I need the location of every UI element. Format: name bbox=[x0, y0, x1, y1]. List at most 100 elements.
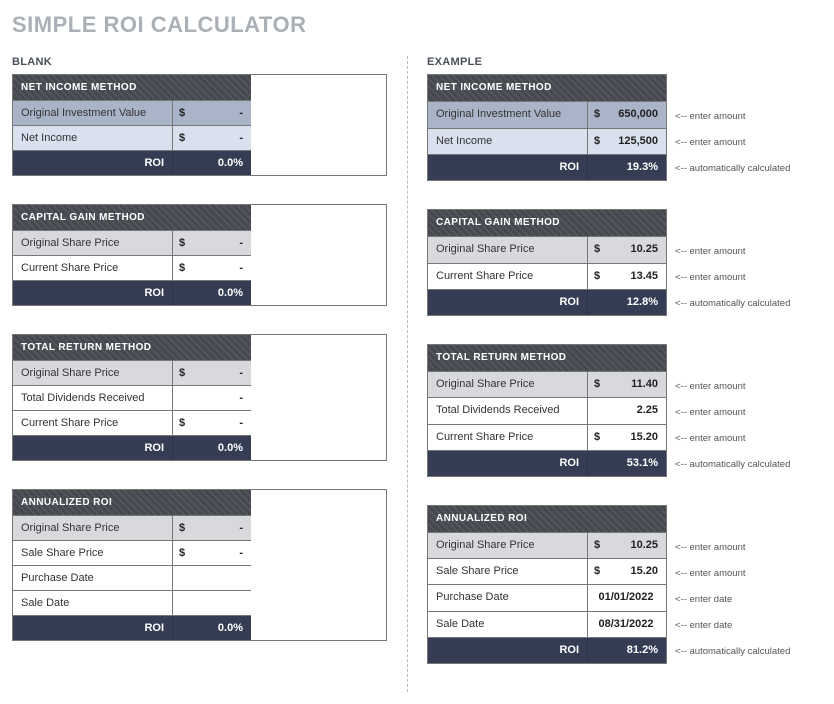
roi-label: ROI bbox=[13, 281, 173, 305]
roi-value: 53.1% bbox=[588, 451, 666, 476]
label: Sale Share Price bbox=[13, 541, 173, 566]
roi-label: ROI bbox=[428, 290, 588, 315]
annotation: <-- enter amount bbox=[675, 129, 790, 155]
annotation: <-- enter date bbox=[675, 586, 790, 612]
value[interactable]: 2.25 bbox=[588, 398, 666, 424]
annotation: <-- enter amount bbox=[675, 399, 790, 425]
label: Purchase Date bbox=[13, 566, 173, 591]
label: Sale Date bbox=[428, 612, 588, 638]
annotation: <-- enter amount bbox=[675, 560, 790, 586]
annotation: <-- enter amount bbox=[675, 425, 790, 451]
value[interactable] bbox=[173, 591, 251, 616]
annotations: <-- enter amount <-- enter amount <-- au… bbox=[667, 74, 790, 181]
block-total-return-example: TOTAL RETURN METHOD Original Share Price… bbox=[427, 344, 802, 477]
columns: BLANK NET INCOME METHOD Original Investm… bbox=[12, 56, 822, 692]
value[interactable]: $- bbox=[173, 256, 251, 281]
roi-value: 0.0% bbox=[173, 616, 251, 640]
column-label-example: EXAMPLE bbox=[427, 56, 802, 68]
annotation: <-- automatically calculated bbox=[675, 155, 790, 181]
label: Purchase Date bbox=[428, 585, 588, 611]
label: Sale Date bbox=[13, 591, 173, 616]
roi-label: ROI bbox=[428, 638, 588, 663]
value[interactable]: $- bbox=[173, 541, 251, 566]
label: Original Share Price bbox=[428, 533, 588, 559]
annotations: <-- enter amount <-- enter amount <-- au… bbox=[667, 209, 790, 316]
label: Total Dividends Received bbox=[13, 386, 173, 411]
roi-label: ROI bbox=[428, 451, 588, 476]
annotations: <-- enter amount <-- enter amount <-- en… bbox=[667, 344, 790, 477]
header-capital-gain: CAPITAL GAIN METHOD bbox=[13, 205, 251, 231]
roi-label: ROI bbox=[428, 155, 588, 180]
block-capital-gain-blank: CAPITAL GAIN METHOD Original Share Price… bbox=[12, 204, 387, 306]
block-capital-gain-example: CAPITAL GAIN METHOD Original Share Price… bbox=[427, 209, 802, 316]
label: Original Share Price bbox=[13, 516, 173, 541]
value[interactable]: $13.45 bbox=[588, 264, 666, 290]
value[interactable]: $11.40 bbox=[588, 372, 666, 398]
label: Original Share Price bbox=[428, 237, 588, 263]
header-net-income: NET INCOME METHOD bbox=[13, 75, 251, 101]
block-net-income-blank: NET INCOME METHOD Original Investment Va… bbox=[12, 74, 387, 176]
annotation: <-- enter amount bbox=[675, 238, 790, 264]
roi-value: 81.2% bbox=[588, 638, 666, 663]
column-label-blank: BLANK bbox=[12, 56, 387, 68]
label: Original Share Price bbox=[428, 372, 588, 398]
value[interactable]: $15.20 bbox=[588, 559, 666, 585]
roi-label: ROI bbox=[13, 151, 173, 175]
roi-label: ROI bbox=[13, 616, 173, 640]
value[interactable] bbox=[173, 566, 251, 591]
annotation: <-- automatically calculated bbox=[675, 451, 790, 477]
value[interactable]: 01/01/2022 bbox=[588, 585, 666, 611]
annotation: <-- enter amount bbox=[675, 103, 790, 129]
header-total-return: TOTAL RETURN METHOD bbox=[13, 335, 251, 361]
label: Current Share Price bbox=[428, 264, 588, 290]
column-example: EXAMPLE NET INCOME METHOD Original Inves… bbox=[407, 56, 802, 692]
column-divider bbox=[407, 56, 408, 692]
value[interactable]: $10.25 bbox=[588, 237, 666, 263]
header-total-return: TOTAL RETURN METHOD bbox=[428, 345, 666, 372]
value[interactable]: $- bbox=[173, 231, 251, 256]
roi-label: ROI bbox=[13, 436, 173, 460]
page-title: SIMPLE ROI CALCULATOR bbox=[12, 12, 822, 38]
annotation: <-- enter amount bbox=[675, 264, 790, 290]
label: Original Share Price bbox=[13, 231, 173, 256]
label: Net Income bbox=[428, 129, 588, 155]
value[interactable]: $- bbox=[173, 126, 251, 151]
value[interactable]: $- bbox=[173, 361, 251, 386]
value[interactable]: $- bbox=[173, 516, 251, 541]
label: Original Investment Value bbox=[13, 101, 173, 126]
label: Original Investment Value bbox=[428, 102, 588, 128]
label: Current Share Price bbox=[13, 411, 173, 436]
label: Sale Share Price bbox=[428, 559, 588, 585]
roi-value: 0.0% bbox=[173, 281, 251, 305]
annotation: <-- enter amount bbox=[675, 534, 790, 560]
value[interactable]: - bbox=[173, 386, 251, 411]
header-capital-gain: CAPITAL GAIN METHOD bbox=[428, 210, 666, 237]
roi-value: 0.0% bbox=[173, 436, 251, 460]
label: Current Share Price bbox=[13, 256, 173, 281]
roi-value: 0.0% bbox=[173, 151, 251, 175]
annotation: <-- automatically calculated bbox=[675, 290, 790, 316]
header-annualized: ANNUALIZED ROI bbox=[428, 506, 666, 533]
label: Current Share Price bbox=[428, 425, 588, 451]
annotation: <-- enter date bbox=[675, 612, 790, 638]
value[interactable]: $- bbox=[173, 101, 251, 126]
block-total-return-blank: TOTAL RETURN METHOD Original Share Price… bbox=[12, 334, 387, 461]
value[interactable]: $125,500 bbox=[588, 129, 666, 155]
column-blank: BLANK NET INCOME METHOD Original Investm… bbox=[12, 56, 407, 692]
value[interactable]: $15.20 bbox=[588, 425, 666, 451]
label: Original Share Price bbox=[13, 361, 173, 386]
value[interactable]: $650,000 bbox=[588, 102, 666, 128]
label: Total Dividends Received bbox=[428, 398, 588, 424]
value[interactable]: $- bbox=[173, 411, 251, 436]
block-net-income-example: NET INCOME METHOD Original Investment Va… bbox=[427, 74, 802, 181]
value[interactable]: $10.25 bbox=[588, 533, 666, 559]
label: Net Income bbox=[13, 126, 173, 151]
annotations: <-- enter amount <-- enter amount <-- en… bbox=[667, 505, 790, 664]
block-annualized-blank: ANNUALIZED ROI Original Share Price $- S… bbox=[12, 489, 387, 641]
annotation: <-- automatically calculated bbox=[675, 638, 790, 664]
value[interactable]: 08/31/2022 bbox=[588, 612, 666, 638]
header-net-income: NET INCOME METHOD bbox=[428, 75, 666, 102]
roi-value: 19.3% bbox=[588, 155, 666, 180]
roi-value: 12.8% bbox=[588, 290, 666, 315]
block-annualized-example: ANNUALIZED ROI Original Share Price $10.… bbox=[427, 505, 802, 664]
